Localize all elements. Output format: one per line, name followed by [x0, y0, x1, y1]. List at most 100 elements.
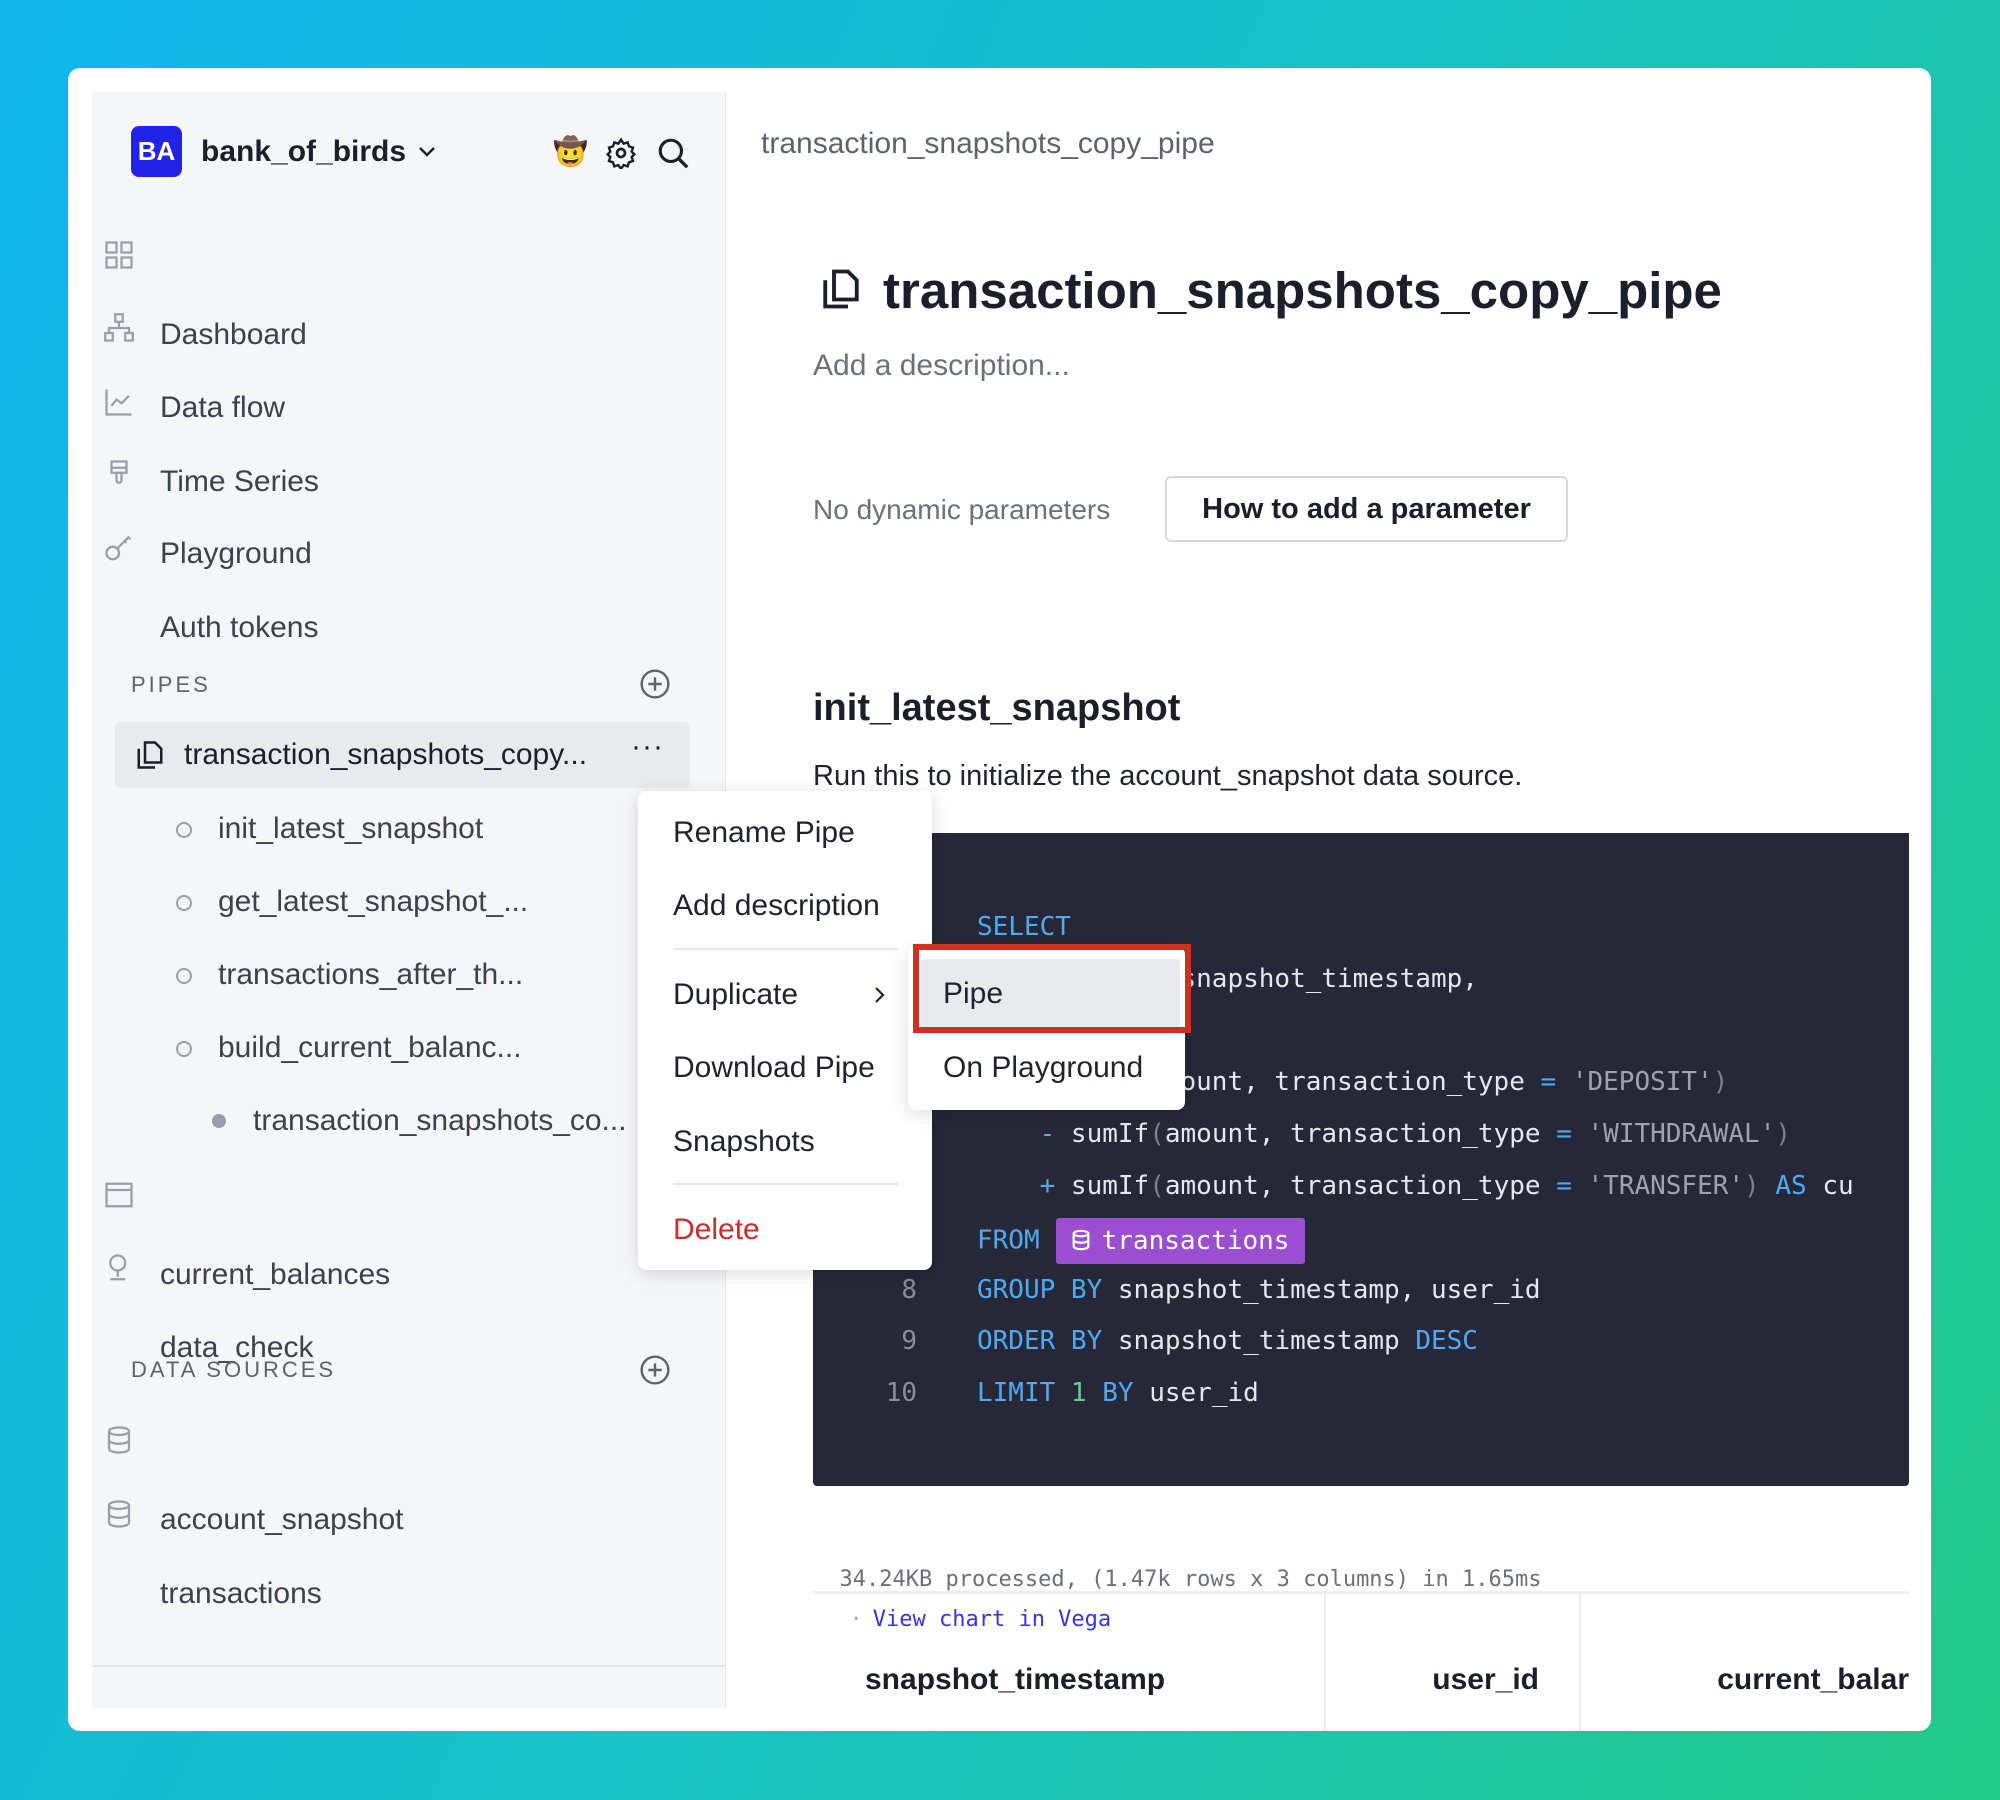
pipe-context-menu: Rename Pipe Add description Duplicate Do…	[638, 791, 932, 1270]
code-token: )	[1712, 1067, 1729, 1098]
code-token: )	[1744, 1171, 1776, 1201]
pipe-item-current-balances[interactable]: current_balances	[104, 1175, 390, 1291]
code-token: ORDER BY	[977, 1326, 1103, 1357]
endpoint-icon	[109, 1254, 127, 1281]
pipes-section-label: PIPES	[131, 672, 211, 697]
node-circle-icon	[176, 968, 192, 984]
database-icon	[107, 1500, 131, 1528]
code-token: SELECT	[977, 912, 1071, 942]
node-title: init_latest_snapshot	[813, 687, 1181, 729]
node-circle-icon	[176, 822, 192, 838]
column-divider	[1579, 1594, 1581, 1731]
brush-icon	[110, 460, 128, 484]
code-token: AS	[1775, 1171, 1807, 1201]
column-header-user-id[interactable]: user_id Int16	[1432, 1624, 1539, 1731]
hierarchy-icon	[104, 313, 134, 342]
pipe-node-active[interactable]: transaction_snapshots_co...	[253, 1101, 627, 1141]
data-source-transactions[interactable]: transactions	[104, 1494, 322, 1610]
nav-item-time-series[interactable]: Time Series	[104, 382, 704, 498]
workspace-avatar[interactable]: BA	[131, 126, 182, 177]
workspace-name[interactable]: bank_of_birds	[201, 132, 406, 172]
code-token: amount, transaction_type	[1164, 1171, 1557, 1201]
how-to-add-parameter-button[interactable]: How to add a parameter	[1165, 476, 1568, 542]
code-line: GROUP BY snapshot_timestamp, user_id	[977, 1270, 1541, 1310]
code-token: sumIf	[1070, 1171, 1150, 1201]
pipe-node[interactable]: init_latest_snapshot	[218, 809, 483, 849]
more-options-icon[interactable]: ···	[631, 730, 664, 764]
data-source-name: account_snapshot	[160, 1503, 404, 1536]
chevron-down-icon[interactable]	[417, 144, 437, 160]
pipe-node[interactable]: get_latest_snapshot_...	[218, 882, 528, 922]
code-token: LIMIT	[977, 1378, 1071, 1409]
data-source-badge[interactable]: transactions	[1055, 1217, 1306, 1264]
key-icon	[105, 535, 132, 561]
code-line: SELECT	[977, 907, 1071, 947]
sidebar-divider	[92, 1665, 726, 1667]
code-token: =	[1556, 1119, 1572, 1150]
column-header-current-balance[interactable]: current_balar In	[1717, 1624, 1909, 1731]
chevron-right-icon	[875, 987, 885, 1003]
column-header-snapshot-timestamp[interactable]: snapshot_timestamp DateTime	[865, 1624, 1165, 1731]
nav-item-data-flow[interactable]: Data flow	[104, 308, 704, 424]
code-token: +	[977, 1171, 1071, 1201]
code-token: snapshot_timestamp, user_id	[1102, 1274, 1541, 1305]
code-token: sumIf	[1070, 1119, 1150, 1150]
line-number: 9	[901, 1326, 917, 1357]
results-table-header: snapshot_timestamp DateTime user_id Int1…	[813, 1591, 1909, 1731]
code-token: FROM	[977, 1225, 1040, 1256]
code-token: amount, transaction_type	[1164, 1119, 1557, 1150]
description-input[interactable]: Add a description...	[813, 346, 1070, 386]
download-pipe-menu-item[interactable]: Download Pipe	[673, 1048, 875, 1088]
nav-label: Auth tokens	[160, 611, 319, 644]
page-title: transaction_snapshots_copy_pipe	[883, 262, 1722, 319]
code-token: snapshot_timestamp	[1102, 1326, 1416, 1357]
add-pipe-icon[interactable]	[639, 668, 671, 700]
sql-editor[interactable]: SELECT snapshot_timestamp, ount, transac…	[813, 833, 1909, 1486]
node-description: Run this to initialize the account_snaps…	[813, 760, 1523, 792]
column-divider	[1324, 1594, 1326, 1731]
code-token: =	[1540, 1067, 1557, 1098]
column-name: snapshot_timestamp	[865, 1663, 1166, 1696]
code-line: - sumIf(amount, transaction_type = 'WITH…	[977, 1114, 1791, 1154]
code-token: 'DEPOSIT'	[1556, 1067, 1713, 1098]
pipe-name: current_balances	[160, 1258, 391, 1291]
nav-item-dashboard[interactable]: Dashboard	[104, 235, 704, 351]
processed-size[interactable]: 34.24KB processed	[839, 1567, 1065, 1594]
pipe-node[interactable]: build_current_balanc...	[218, 1028, 522, 1068]
gear-icon[interactable]	[605, 137, 637, 169]
rename-pipe-menu-item[interactable]: Rename Pipe	[673, 813, 855, 853]
code-token: DESC	[1415, 1326, 1478, 1357]
add-description-menu-item[interactable]: Add description	[673, 886, 880, 926]
code-token: (	[1149, 1119, 1165, 1150]
code-line: + sumIf(amount, transaction_type = 'TRAN…	[977, 1166, 1854, 1206]
delete-menu-item[interactable]: Delete	[673, 1210, 760, 1250]
code-token: -	[977, 1119, 1071, 1150]
menu-divider	[673, 948, 898, 950]
add-data-source-icon[interactable]	[639, 1354, 671, 1386]
stats-detail: , (1.47k rows x 3 columns) in 1.65ms	[1064, 1567, 1542, 1592]
pipe-item-selected[interactable]: transaction_snapshots_copy... ···	[115, 722, 690, 788]
code-token: BY	[1086, 1378, 1134, 1409]
data-source-account-snapshot[interactable]: account_snapshot	[104, 1420, 404, 1536]
cowboy-emoji-icon[interactable]: 🤠	[553, 134, 588, 170]
database-icon	[1072, 1229, 1090, 1251]
params-text: No dynamic parameters	[813, 494, 1111, 525]
breadcrumb: transaction_snapshots_copy_pipe	[761, 127, 1215, 160]
sidebar: BA bank_of_birds 🤠 Dashboard Data flow T…	[92, 92, 726, 1708]
code-line: ORDER BY snapshot_timestamp DESC	[977, 1321, 1478, 1361]
copy-pipe-icon	[823, 269, 859, 309]
data-source-name: transactions	[160, 1577, 322, 1610]
search-icon[interactable]	[656, 136, 690, 170]
duplicate-menu-item[interactable]: Duplicate	[673, 975, 798, 1015]
pipe-item-data-check[interactable]: data_check	[104, 1248, 313, 1364]
snapshots-menu-item[interactable]: Snapshots	[673, 1122, 815, 1162]
pipe-node[interactable]: transactions_after_th...	[218, 955, 523, 995]
nav-item-playground[interactable]: Playground	[104, 454, 704, 570]
code-line: FROM transactions	[977, 1217, 1306, 1264]
line-number: 8	[901, 1274, 917, 1305]
code-token: 1	[1070, 1378, 1087, 1409]
duplicate-on-playground-menu-item[interactable]: On Playground	[943, 1048, 1143, 1088]
node-active-dot-icon	[212, 1114, 226, 1128]
nav-item-auth-tokens[interactable]: Auth tokens	[104, 528, 704, 644]
pipe-name: transaction_snapshots_copy...	[184, 738, 588, 771]
